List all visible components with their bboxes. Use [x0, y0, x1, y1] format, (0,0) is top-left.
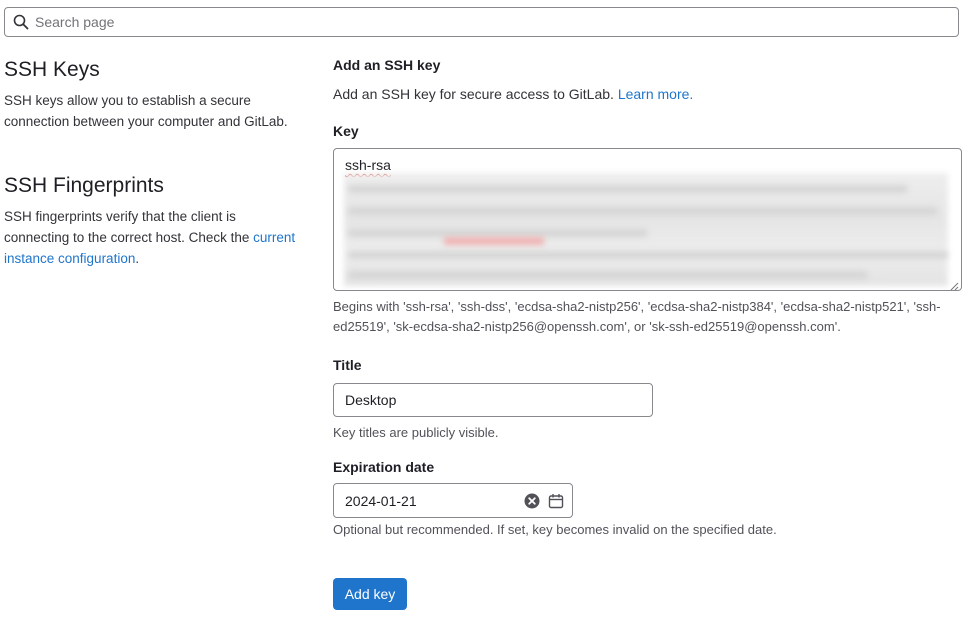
redacted-line [348, 251, 948, 259]
fingerprints-text-end: . [135, 251, 140, 266]
calendar-icon[interactable] [548, 493, 564, 509]
learn-more-link[interactable]: Learn more. [618, 86, 693, 102]
expiration-date-value: 2024-01-21 [345, 492, 417, 509]
ssh-keys-title: SSH Keys [4, 58, 100, 81]
search-bar[interactable] [4, 7, 959, 37]
clear-icon[interactable] [524, 493, 540, 509]
ssh-fingerprints-title: SSH Fingerprints [4, 174, 164, 197]
expiration-label: Expiration date [333, 459, 435, 475]
ssh-keys-description: SSH keys allow you to establish a secure… [4, 93, 288, 129]
form-description: Add an SSH key for secure access to GitL… [333, 84, 963, 104]
redacted-highlight [444, 237, 544, 245]
add-ssh-key-form: Add an SSH key Add an SSH key for secure… [333, 56, 963, 610]
title-hint: Key titles are publicly visible. [333, 425, 499, 440]
resize-handle-icon[interactable] [949, 278, 959, 290]
redacted-line [348, 271, 868, 279]
title-label: Title [333, 357, 362, 373]
redacted-line [348, 207, 938, 215]
add-key-button[interactable]: Add key [333, 578, 407, 610]
redacted-line [348, 229, 648, 237]
ssh-keys-section: SSH Keys SSH keys allow you to establish… [4, 56, 304, 132]
search-input[interactable] [33, 13, 958, 31]
key-textarea[interactable]: ssh-rsa [333, 148, 962, 291]
ssh-fingerprints-description: SSH fingerprints verify that the client … [4, 206, 304, 269]
key-label: Key [333, 123, 359, 139]
form-description-text: Add an SSH key for secure access to GitL… [333, 86, 614, 102]
expiration-date-input[interactable]: 2024-01-21 [333, 483, 573, 518]
search-icon [13, 14, 29, 30]
key-hint: Begins with 'ssh-rsa', 'ssh-dss', 'ecdsa… [333, 299, 941, 334]
fingerprints-text: SSH fingerprints verify that the client … [4, 209, 254, 245]
key-value-prefix: ssh-rsa [345, 157, 391, 173]
expiration-hint: Optional but recommended. If set, key be… [333, 522, 777, 537]
form-heading: Add an SSH key [333, 57, 441, 73]
title-input[interactable] [333, 383, 653, 417]
ssh-fingerprints-section: SSH Fingerprints SSH fingerprints verify… [4, 172, 304, 269]
settings-description-column: SSH Keys SSH keys allow you to establish… [4, 56, 304, 269]
redacted-line [348, 185, 908, 193]
